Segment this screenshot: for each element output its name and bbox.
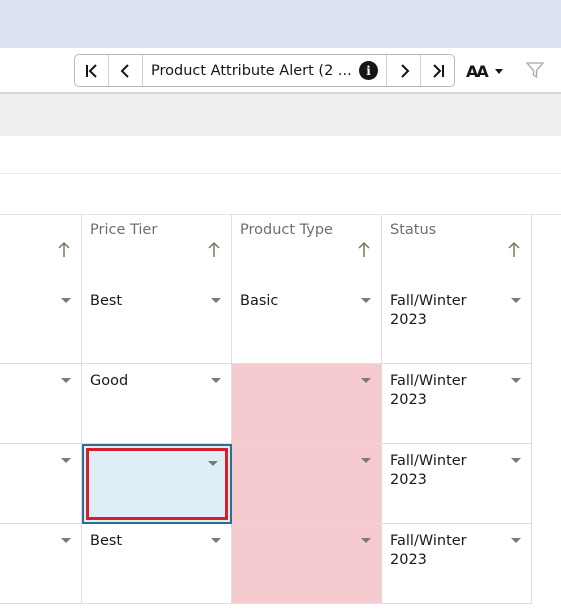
sort-ascending-icon[interactable] xyxy=(207,241,221,259)
cell-value: Fall/Winter 2023 xyxy=(390,373,467,408)
chevron-down-icon[interactable] xyxy=(211,378,221,383)
column-header-label: Price Tier xyxy=(90,222,158,238)
product-type-cell-error[interactable] xyxy=(232,364,382,444)
grid-cell[interactable] xyxy=(0,364,82,444)
chevron-down-icon[interactable] xyxy=(511,458,521,463)
chevron-down-icon[interactable] xyxy=(361,538,371,543)
price-tier-cell[interactable]: Best xyxy=(82,524,232,604)
font-size-icon: AA xyxy=(466,61,489,81)
grid-cell[interactable] xyxy=(0,284,82,364)
info-icon[interactable]: i xyxy=(359,61,378,80)
record-title: Product Attribute Alert (2 ... xyxy=(151,62,352,79)
chevron-down-icon[interactable] xyxy=(361,458,371,463)
first-record-icon xyxy=(85,63,97,78)
filter-icon xyxy=(525,62,545,79)
price-tier-cell[interactable]: Best xyxy=(82,284,232,364)
toolbar-divider-band xyxy=(0,92,561,136)
column-header-0[interactable] xyxy=(0,214,82,284)
last-record-button[interactable] xyxy=(420,55,454,86)
chevron-down-icon[interactable] xyxy=(61,538,71,543)
record-title-field[interactable]: Product Attribute Alert (2 ... i xyxy=(143,55,386,86)
chevron-down-icon[interactable] xyxy=(511,538,521,543)
app-header-band xyxy=(0,0,561,48)
chevron-down-icon[interactable] xyxy=(511,378,521,383)
product-type-cell-error[interactable] xyxy=(232,444,382,524)
next-record-button[interactable] xyxy=(386,55,420,86)
grid-caption-band xyxy=(0,136,561,174)
status-cell[interactable]: Fall/Winter 2023 xyxy=(382,284,532,364)
price-tier-cell[interactable]: Good xyxy=(82,364,232,444)
filter-button[interactable] xyxy=(525,60,547,82)
sort-ascending-icon[interactable] xyxy=(507,241,521,259)
chevron-down-icon[interactable] xyxy=(211,298,221,303)
cell-value: Best xyxy=(90,533,123,549)
next-record-icon xyxy=(400,63,409,78)
column-header-status[interactable]: Status xyxy=(382,214,532,284)
chevron-down-icon xyxy=(494,68,503,74)
column-header-product-type[interactable]: Product Type xyxy=(232,214,382,284)
sort-ascending-icon[interactable] xyxy=(57,241,71,259)
cell-value: Fall/Winter 2023 xyxy=(390,453,467,488)
product-type-cell[interactable]: Basic xyxy=(232,284,382,364)
status-cell[interactable]: Fall/Winter 2023 xyxy=(382,524,532,604)
previous-record-icon xyxy=(120,63,129,78)
column-header-label: Product Type xyxy=(240,222,333,238)
chevron-down-icon[interactable] xyxy=(61,378,71,383)
chevron-down-icon[interactable] xyxy=(361,298,371,303)
column-header-label: Status xyxy=(390,222,437,238)
chevron-down-icon[interactable] xyxy=(361,378,371,383)
cell-value: Fall/Winter 2023 xyxy=(390,533,467,568)
record-toolbar: Product Attribute Alert (2 ... i AA xyxy=(0,48,561,92)
status-cell[interactable]: Fall/Winter 2023 xyxy=(382,444,532,524)
cell-value: Best xyxy=(90,293,123,309)
cell-value: Fall/Winter 2023 xyxy=(390,293,467,328)
column-header-price-tier[interactable]: Price Tier xyxy=(82,214,232,284)
record-navigator: Product Attribute Alert (2 ... i xyxy=(74,54,455,87)
grid-cell[interactable] xyxy=(0,444,82,524)
chevron-down-icon[interactable] xyxy=(61,298,71,303)
first-record-button[interactable] xyxy=(75,55,109,86)
chevron-down-icon[interactable] xyxy=(511,298,521,303)
price-tier-cell-selected[interactable] xyxy=(82,444,232,524)
cell-value: Good xyxy=(90,373,129,389)
sort-ascending-icon[interactable] xyxy=(357,241,371,259)
cell-value: Basic xyxy=(240,293,279,309)
chevron-down-icon[interactable] xyxy=(208,461,218,466)
chevron-down-icon[interactable] xyxy=(211,538,221,543)
selection-outline xyxy=(86,448,228,520)
status-cell[interactable]: Fall/Winter 2023 xyxy=(382,364,532,444)
grid-cell[interactable] xyxy=(0,524,82,604)
previous-record-button[interactable] xyxy=(109,55,143,86)
last-record-icon xyxy=(432,63,444,78)
chevron-down-icon[interactable] xyxy=(61,458,71,463)
product-type-cell-error[interactable] xyxy=(232,524,382,604)
font-size-button[interactable]: AA xyxy=(466,60,512,82)
